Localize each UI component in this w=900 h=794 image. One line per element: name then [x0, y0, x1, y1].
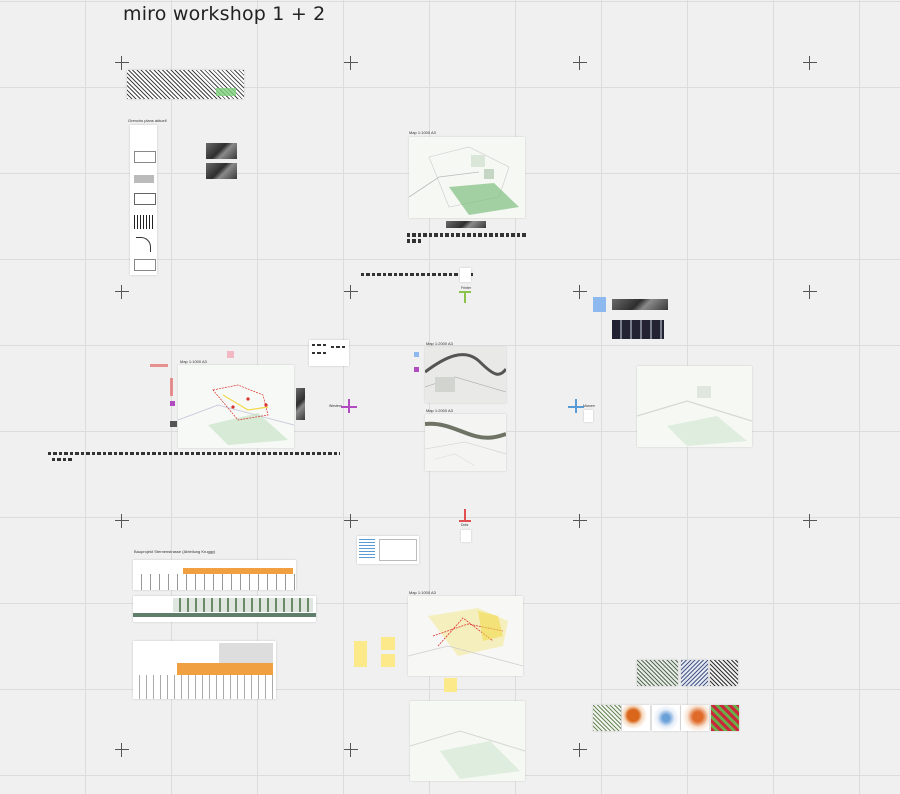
site-map-mid-bottom[interactable] — [425, 414, 506, 471]
small-photo — [170, 421, 177, 427]
sticky-note[interactable] — [354, 641, 367, 667]
purple-dot — [170, 401, 175, 406]
crosshair-icon — [573, 514, 587, 528]
caption-text — [52, 458, 74, 461]
caption-text — [407, 239, 422, 243]
marker-label-bottom: Dots — [461, 523, 469, 527]
marker-blue — [575, 399, 577, 413]
crosshair-icon — [344, 514, 358, 528]
site-map-mid-top[interactable] — [425, 347, 506, 403]
map-label: Map 1:2000 A3 — [426, 408, 453, 413]
sticky-note[interactable] — [381, 654, 395, 667]
crosshair-icon — [344, 285, 358, 299]
crosshair-icon — [803, 285, 817, 299]
map-thumbnail[interactable] — [593, 705, 621, 731]
historic-plans-column[interactable] — [130, 125, 157, 275]
doc-card[interactable] — [461, 530, 471, 542]
marker-label-top: Frinter — [461, 286, 472, 290]
map-thumbnail[interactable] — [681, 660, 708, 686]
section-drawing[interactable] — [133, 560, 296, 590]
section-drawing[interactable] — [133, 596, 316, 622]
marker-purple — [348, 399, 350, 413]
map-label: Map 1:1000 A3 — [409, 130, 436, 135]
site-map-top[interactable] — [409, 137, 525, 218]
site-map-bottom-2[interactable] — [410, 701, 525, 781]
crosshair-icon — [573, 56, 587, 70]
sticky-note[interactable] — [444, 678, 457, 692]
marker-red-small — [170, 378, 173, 396]
map-label: Map 1:1000 A3 — [180, 359, 207, 364]
marker-red-small — [150, 364, 168, 367]
map-thumbnail[interactable] — [637, 660, 678, 686]
site-map-left[interactable] — [178, 365, 294, 448]
map-label: Map 1:2000 A3 — [426, 341, 453, 346]
map-thumbnail[interactable] — [681, 705, 709, 731]
map-thumbnail[interactable] — [622, 705, 650, 731]
crosshair-icon — [573, 743, 587, 757]
photo-grid[interactable] — [612, 320, 664, 339]
photo-thumbnail[interactable] — [206, 143, 237, 159]
blue-shape[interactable] — [593, 297, 606, 312]
marker-label-right: Maroen — [583, 404, 595, 408]
purple-dot — [414, 367, 419, 372]
map-thumbnail[interactable] — [710, 660, 738, 686]
site-map-bottom[interactable] — [408, 596, 523, 676]
blue-dot — [414, 352, 419, 357]
pink-sticky[interactable] — [227, 351, 234, 358]
crosshair-icon — [803, 56, 817, 70]
caption-text — [48, 452, 340, 455]
map-thumbnail[interactable] — [652, 705, 680, 731]
board-title[interactable]: miro workshop 1 + 2 — [123, 3, 325, 25]
crosshair-icon — [573, 285, 587, 299]
marker-red — [464, 509, 466, 521]
map-label: Map 1:1000 A3 — [409, 590, 436, 595]
crosshair-icon — [115, 743, 129, 757]
photo-thumbnail[interactable] — [206, 163, 237, 179]
note-text — [361, 273, 473, 276]
doc-card[interactable] — [460, 268, 471, 282]
crosshair-icon — [115, 56, 129, 70]
doc-card[interactable] — [584, 410, 593, 422]
photo-strip[interactable] — [612, 299, 668, 310]
marker-green — [464, 291, 466, 303]
crosshair-icon — [115, 514, 129, 528]
site-map-right[interactable] — [637, 366, 752, 447]
map-thumbnail[interactable] — [711, 705, 739, 731]
doc-card-wide[interactable] — [357, 536, 419, 564]
sticky-note[interactable] — [381, 637, 395, 650]
crosshair-icon — [344, 56, 358, 70]
photo-strip[interactable] — [446, 221, 486, 228]
section-label: Bauprojekt Sternenstrasse (Abteilung Kru… — [134, 549, 216, 554]
crosshair-icon — [115, 285, 129, 299]
photo-strip-vertical[interactable] — [296, 388, 305, 420]
section-drawing[interactable] — [133, 641, 276, 699]
highlight-patch — [216, 88, 236, 96]
doc-card[interactable] — [309, 340, 349, 366]
crosshair-icon — [344, 743, 358, 757]
historic-plans-label: Grenchs plans aktuell — [128, 118, 167, 123]
caption-text — [407, 233, 527, 237]
crosshair-icon — [803, 514, 817, 528]
